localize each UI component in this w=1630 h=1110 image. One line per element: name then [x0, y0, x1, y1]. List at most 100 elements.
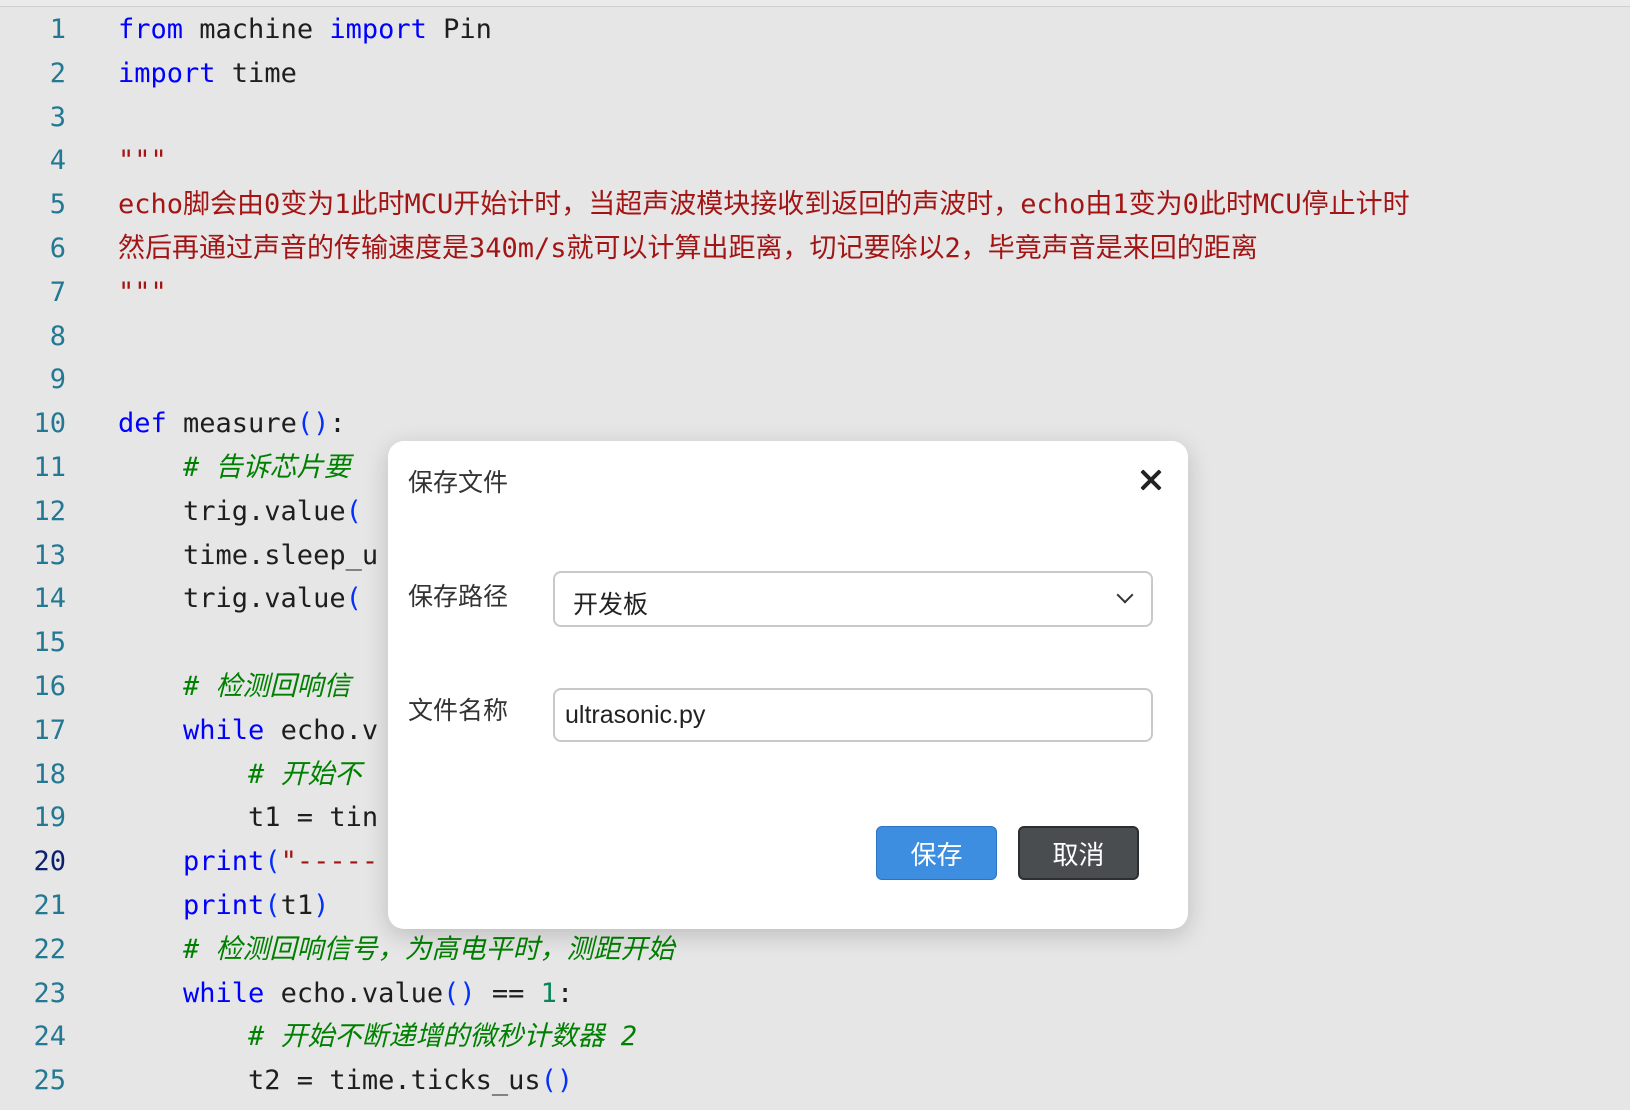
code-token: () [540, 1065, 574, 1097]
code-text: while echo.v [118, 709, 378, 753]
save-file-dialog: 保存文件 保存路径 开发板 文件名称 保存 取消 [388, 441, 1188, 929]
code-token: time.sleep_u [118, 539, 379, 571]
code-line[interactable]: 9 [0, 358, 1630, 402]
line-number: 11 [33, 452, 66, 483]
code-token: () [296, 408, 330, 440]
code-token: # 告诉芯片要 [183, 452, 351, 483]
code-token: : [556, 977, 574, 1009]
code-text: while echo.value() == 1: [118, 972, 573, 1016]
line-number: 13 [33, 539, 66, 571]
code-token: echo脚会由0变为1此时MCU开始计时，当超声波模块接收到返回的声波时，ech… [118, 189, 1410, 221]
code-token: 然后再通过声音的传输速度是340m/s就可以计算出距离，切记要除以2，毕竟声音是… [118, 233, 1258, 264]
line-number: 14 [33, 583, 66, 615]
save-path-select[interactable]: 开发板 [553, 571, 1153, 627]
code-token: t1 = tin [118, 802, 379, 834]
code-line[interactable]: 10 def measure(): [0, 402, 1630, 446]
code-text: trig.value( [118, 577, 362, 621]
code-token: ( [345, 583, 362, 615]
top-border [0, 0, 1630, 7]
code-token: """ [118, 276, 167, 308]
line-number: 3 [49, 101, 66, 133]
line-number: 5 [49, 189, 66, 221]
code-token: echo.value [264, 977, 444, 1009]
code-token: t2 = time.ticks_us [118, 1065, 541, 1097]
code-token: ( [264, 890, 281, 921]
line-number: 22 [33, 933, 66, 965]
line-number: 18 [33, 758, 66, 790]
code-line[interactable]: 3 [0, 96, 1630, 140]
code-line[interactable]: 7 """ [0, 271, 1630, 315]
code-token: echo.v [264, 714, 379, 746]
line-number: 4 [49, 145, 66, 177]
chevron-down-icon [1116, 586, 1134, 604]
code-line[interactable]: 1 from machine import Pin [0, 8, 1630, 52]
code-token: ) [313, 890, 330, 921]
cancel-button[interactable]: 取消 [1018, 826, 1139, 880]
code-line[interactable]: 2 import time [0, 52, 1630, 96]
code-token: trig.value [118, 583, 346, 615]
code-text: 然后再通过声音的传输速度是340m/s就可以计算出距离，切记要除以2，毕竟声音是… [118, 227, 1258, 271]
code-text: t2 = time.ticks_us() [118, 1059, 573, 1103]
code-text: import time [118, 52, 297, 96]
code-text: time.sleep_u [118, 534, 378, 578]
code-token: () [443, 977, 476, 1009]
code-token: ( [264, 846, 281, 878]
save-button[interactable]: 保存 [876, 826, 997, 880]
code-line[interactable]: 5 echo脚会由0变为1此时MCU开始计时，当超声波模块接收到返回的声波时，ec… [0, 183, 1630, 227]
code-text: """ [118, 139, 167, 183]
close-icon[interactable] [1140, 469, 1162, 491]
file-name-input[interactable] [553, 688, 1153, 742]
code-token: trig.value [118, 495, 346, 527]
line-number: 2 [49, 57, 66, 89]
code-token: measure [166, 408, 297, 440]
code-text: # 开始不断递增的微秒计数器 2 [118, 1015, 637, 1059]
code-line[interactable]: 4 """ [0, 139, 1630, 183]
line-number: 25 [33, 1065, 66, 1097]
code-token: t1 [280, 890, 314, 921]
code-line[interactable]: 23 while echo.value() == 1: [0, 972, 1630, 1016]
code-line[interactable]: 6 然后再通过声音的传输速度是340m/s就可以计算出距离，切记要除以2，毕竟声音… [0, 227, 1630, 271]
line-number: 23 [33, 977, 66, 1009]
line-number: 24 [33, 1021, 66, 1053]
code-text: """ [118, 271, 167, 315]
code-token: print [183, 846, 265, 878]
code-token: ( [345, 495, 362, 527]
code-text: def measure(): [118, 402, 346, 446]
code-text: echo脚会由0变为1此时MCU开始计时，当超声波模块接收到返回的声波时，ech… [118, 183, 1410, 227]
code-token: while [183, 977, 265, 1009]
code-token: 1 [540, 977, 557, 1009]
code-line[interactable]: 22 # 检测回响信号，为高电平时，测距开始 [0, 928, 1630, 972]
code-token: # 检测回响信 [183, 671, 351, 702]
code-token: == [475, 977, 541, 1009]
code-line[interactable]: 8 [0, 315, 1630, 359]
code-token: import [329, 14, 427, 45]
line-number: 9 [49, 364, 66, 396]
code-text: from machine import Pin [118, 8, 492, 52]
code-line[interactable]: 25 t2 = time.ticks_us() [0, 1059, 1630, 1103]
line-number: 1 [49, 14, 66, 45]
line-number: 20 [33, 846, 66, 878]
line-number: 6 [49, 233, 66, 264]
code-token: while [183, 714, 265, 746]
code-token: from [118, 14, 184, 45]
code-token: def [118, 408, 167, 440]
code-token: # 开始不断递增的微秒计数器 2 [248, 1021, 638, 1053]
code-line[interactable]: 24 # 开始不断递增的微秒计数器 2 [0, 1015, 1630, 1059]
code-text: # 检测回响信 [118, 665, 351, 709]
line-number: 8 [49, 320, 66, 352]
code-text: # 检测回响信号，为高电平时，测距开始 [118, 928, 675, 972]
code-token: import [118, 57, 216, 89]
code-token: machine [183, 14, 330, 45]
line-number: 19 [33, 802, 66, 834]
file-name-label: 文件名称 [408, 697, 509, 725]
code-text: print("----- [118, 840, 378, 884]
save-path-value: 开发板 [573, 591, 649, 619]
